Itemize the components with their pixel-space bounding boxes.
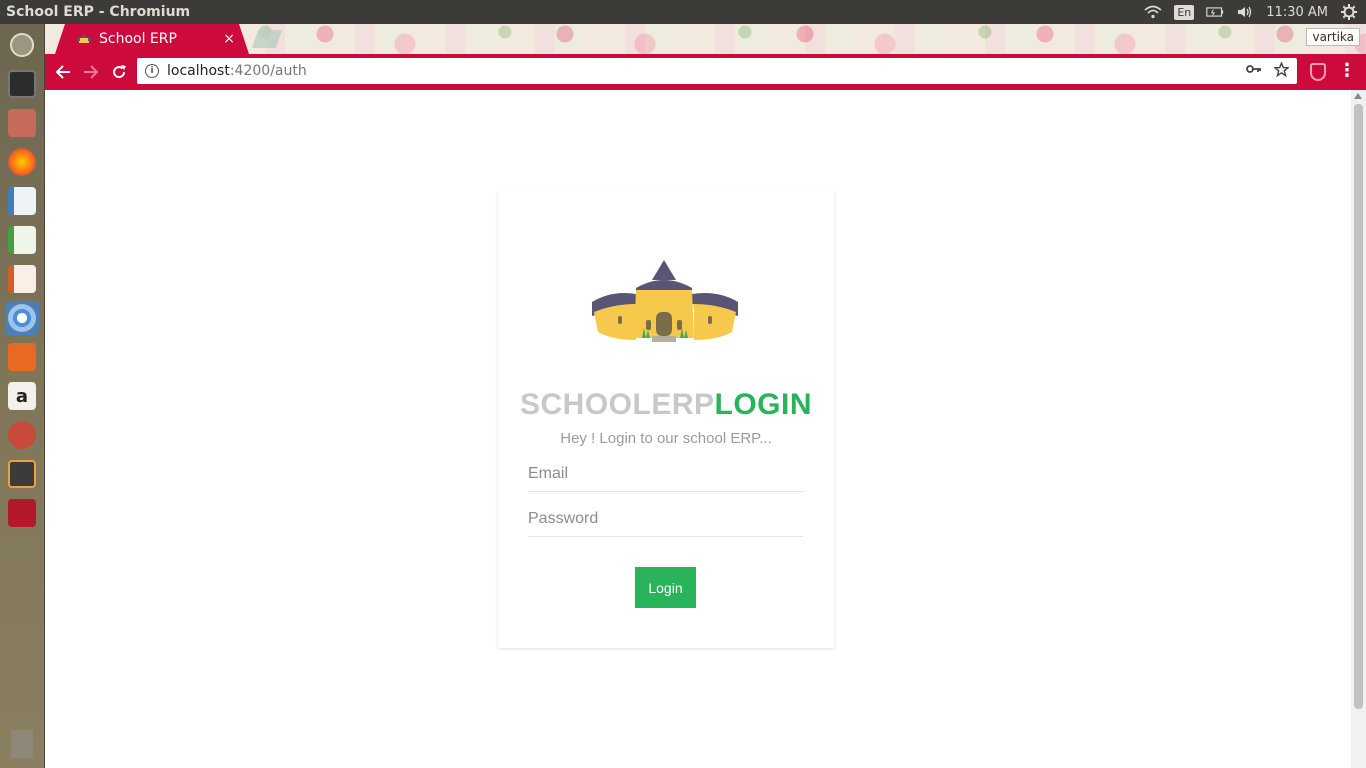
window-title: School ERP - Chromium xyxy=(6,4,191,20)
scrollbar-thumb[interactable] xyxy=(1354,104,1363,709)
files-icon[interactable] xyxy=(5,106,39,140)
software-center-icon[interactable] xyxy=(5,340,39,374)
system-settings-icon[interactable] xyxy=(5,418,39,452)
heading-schoolerp: SCHOOLERP xyxy=(519,388,715,421)
libreoffice-calc-icon[interactable] xyxy=(5,223,39,257)
battery-icon[interactable] xyxy=(1206,5,1224,19)
page-viewport: SCHOOLERPLOGIN Hey ! Login to our school… xyxy=(45,90,1366,768)
login-heading: SCHOOLERPLOGIN xyxy=(498,388,834,422)
login-button[interactable]: Login xyxy=(635,567,696,608)
tab-title: School ERP xyxy=(99,31,177,47)
school-logo-icon xyxy=(592,260,738,342)
school-favicon-icon xyxy=(77,34,91,43)
key-icon[interactable] xyxy=(1246,62,1262,81)
url-path: :4200/auth xyxy=(229,63,307,79)
firefox-icon[interactable] xyxy=(5,145,39,179)
login-subtitle: Hey ! Login to our school ERP... xyxy=(560,430,772,447)
keyboard-language-indicator[interactable]: En xyxy=(1174,4,1195,20)
vertical-scrollbar[interactable] xyxy=(1351,90,1366,768)
amazon-icon[interactable]: a xyxy=(5,379,39,413)
tab-close-icon[interactable]: × xyxy=(223,31,235,47)
profile-user-badge[interactable]: vartika xyxy=(1306,28,1360,46)
site-info-icon[interactable]: i xyxy=(145,64,159,78)
tab-school-erp[interactable]: School ERP × xyxy=(55,24,249,54)
trash-icon[interactable] xyxy=(5,727,39,761)
libreoffice-impress-icon[interactable] xyxy=(5,262,39,296)
heading-login: LOGIN xyxy=(714,388,813,421)
address-bar[interactable]: i localhost:4200/auth xyxy=(137,58,1297,84)
libreoffice-writer-icon[interactable] xyxy=(5,184,39,218)
system-top-bar: School ERP - Chromium En 11:30 AM xyxy=(0,0,1366,24)
password-field[interactable] xyxy=(528,501,803,537)
extension-shield-icon[interactable] xyxy=(1310,63,1326,81)
forward-arrow-icon xyxy=(84,65,99,79)
back-arrow-icon xyxy=(55,65,70,79)
clock[interactable]: 11:30 AM xyxy=(1266,5,1328,20)
browser-tab-strip: School ERP × vartika xyxy=(45,24,1366,54)
browser-toolbar: i localhost:4200/auth ⋮ xyxy=(45,54,1366,90)
volume-icon[interactable] xyxy=(1236,5,1254,19)
scroll-up-arrow-icon[interactable] xyxy=(1354,93,1362,99)
chromium-icon[interactable] xyxy=(5,301,39,335)
email-field[interactable] xyxy=(528,456,803,492)
browser-menu-icon[interactable]: ⋮ xyxy=(1338,60,1356,81)
indicator-area: En 11:30 AM xyxy=(1144,4,1366,20)
power-gear-icon[interactable] xyxy=(1340,4,1358,20)
dash-home-icon[interactable] xyxy=(5,28,39,62)
reload-button[interactable] xyxy=(105,58,133,86)
wifi-icon[interactable] xyxy=(1144,5,1162,19)
unity-launcher: a xyxy=(0,24,45,768)
terminal-icon[interactable] xyxy=(5,67,39,101)
back-button[interactable] xyxy=(49,58,77,86)
forward-button[interactable] xyxy=(77,58,105,86)
sublime-text-icon[interactable] xyxy=(5,457,39,491)
bookmark-star-icon[interactable] xyxy=(1273,60,1290,81)
url-host: localhost xyxy=(167,63,230,79)
remote-terminal-icon[interactable] xyxy=(5,496,39,530)
login-card: SCHOOLERPLOGIN Hey ! Login to our school… xyxy=(498,190,834,648)
reload-icon xyxy=(113,65,126,79)
